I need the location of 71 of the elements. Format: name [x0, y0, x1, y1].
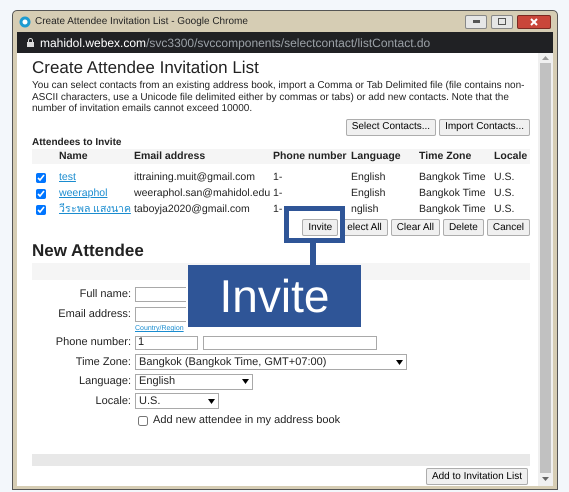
highlight-frame [284, 206, 346, 244]
table-cell-text: ittraining.muit@gmail.com [134, 170, 256, 186]
maximize-button[interactable] [491, 14, 513, 28]
table-cell-text: Bangkok Time [419, 186, 487, 202]
checkbox-label: Add new attendee in my address book [153, 413, 340, 428]
column-header: Name [59, 148, 89, 164]
attendee-name-link[interactable]: weeraphol [59, 187, 108, 200]
url-text: mahidol.webex.com/svc3300/svccomponents/selectcontact/listContact.do [40, 34, 430, 52]
column-header: Time Zone [419, 148, 472, 164]
attendee-name-link[interactable]: test [59, 171, 76, 184]
time-zone-select[interactable]: Bangkok (Bangkok Time, GMT+07:00) [135, 354, 407, 370]
field-label: Locale: [94, 394, 132, 409]
table-cell-text: English [351, 170, 386, 186]
dropdown-arrow-icon [242, 379, 249, 384]
add-to-list-button[interactable]: Add to Invitation List [426, 468, 528, 485]
minimize-icon [472, 20, 480, 23]
delete-button[interactable]: Delete [442, 219, 484, 236]
email-field[interactable] [135, 306, 186, 322]
scroll-down-icon [542, 477, 549, 481]
table-cell-text: taboyja2020@gmail.com [134, 202, 251, 218]
select-contacts-button[interactable]: Select Contacts... [346, 118, 436, 136]
clear-all-button[interactable]: Clear All [390, 219, 440, 236]
close-icon [530, 18, 538, 26]
dropdown-arrow-icon [396, 360, 403, 364]
section-title: New Attendee [32, 241, 144, 262]
callout-label: Invite [188, 265, 361, 327]
table-cell-text: English [351, 186, 386, 202]
table-cell-text: 1- [273, 186, 284, 202]
full-name-field[interactable] [135, 287, 186, 302]
field-label: Full name: [78, 287, 132, 302]
table-cell-text: U.S. [494, 170, 516, 186]
import-contacts-button[interactable]: Import Contacts... [439, 118, 530, 136]
lock-icon [27, 38, 34, 47]
intro-text: You can select contacts from an existing address book, import a Comma or Tab Delimited file (file contains non-ASCII characters, use a Unicode file delimited either by commas or tabs) or add new contacts. Note that the number of invitation emails cannot exceed 10000. [32, 80, 526, 114]
scroll-up-icon [542, 56, 549, 60]
row-checkbox[interactable] [36, 204, 46, 215]
table-cell-text: 1- [273, 202, 284, 218]
address-bar[interactable]: mahidol.webex.com/svc3300/svccomponents/selectcontact/listContact.do [17, 32, 553, 53]
close-button[interactable] [517, 14, 551, 28]
field-label: Language: [78, 374, 132, 390]
row-checkbox[interactable] [36, 172, 46, 183]
section-title: Attendees to Invite [32, 136, 122, 148]
field-label: Email address: [57, 306, 132, 322]
column-header: Locale [494, 148, 528, 164]
table-cell-text: 1- [273, 170, 284, 186]
table-cell-text: weeraphol.san@mahidol.edu [134, 186, 272, 202]
table-cell-text: nglish [351, 202, 380, 218]
minimize-button[interactable] [465, 14, 487, 28]
table-cell-text: Bangkok Time [419, 170, 487, 186]
maximize-icon [498, 18, 506, 25]
phone-number-field[interactable] [203, 336, 377, 350]
field-label: Time Zone: [74, 354, 132, 370]
table-cell-text: U.S. [494, 202, 516, 218]
browser-logo-icon [19, 16, 31, 28]
table-cell-text: Bangkok Time [419, 202, 487, 218]
window-title: Create Attendee Invitation List - Google Chrome [35, 15, 249, 29]
language-select[interactable]: English [135, 374, 253, 390]
row-checkbox[interactable] [36, 188, 46, 199]
invite-button[interactable]: Invite [302, 219, 338, 236]
attendee-name-link[interactable]: วีระพล แสงนาค [59, 203, 131, 216]
column-header: Email address [134, 148, 206, 164]
dropdown-arrow-icon [208, 398, 215, 404]
page-title: Create Attendee Invitation List [32, 58, 260, 78]
locale-select[interactable]: U.S. [135, 393, 219, 409]
table-cell-text: U.S. [494, 186, 516, 202]
country-code-field[interactable]: 1 [135, 336, 198, 350]
column-header: Language [351, 148, 402, 164]
field-label: Phone number: [54, 335, 132, 350]
address-book-checkbox[interactable] [138, 416, 148, 426]
column-header: Phone number [273, 148, 348, 164]
cancel-button[interactable]: Cancel [486, 219, 530, 236]
